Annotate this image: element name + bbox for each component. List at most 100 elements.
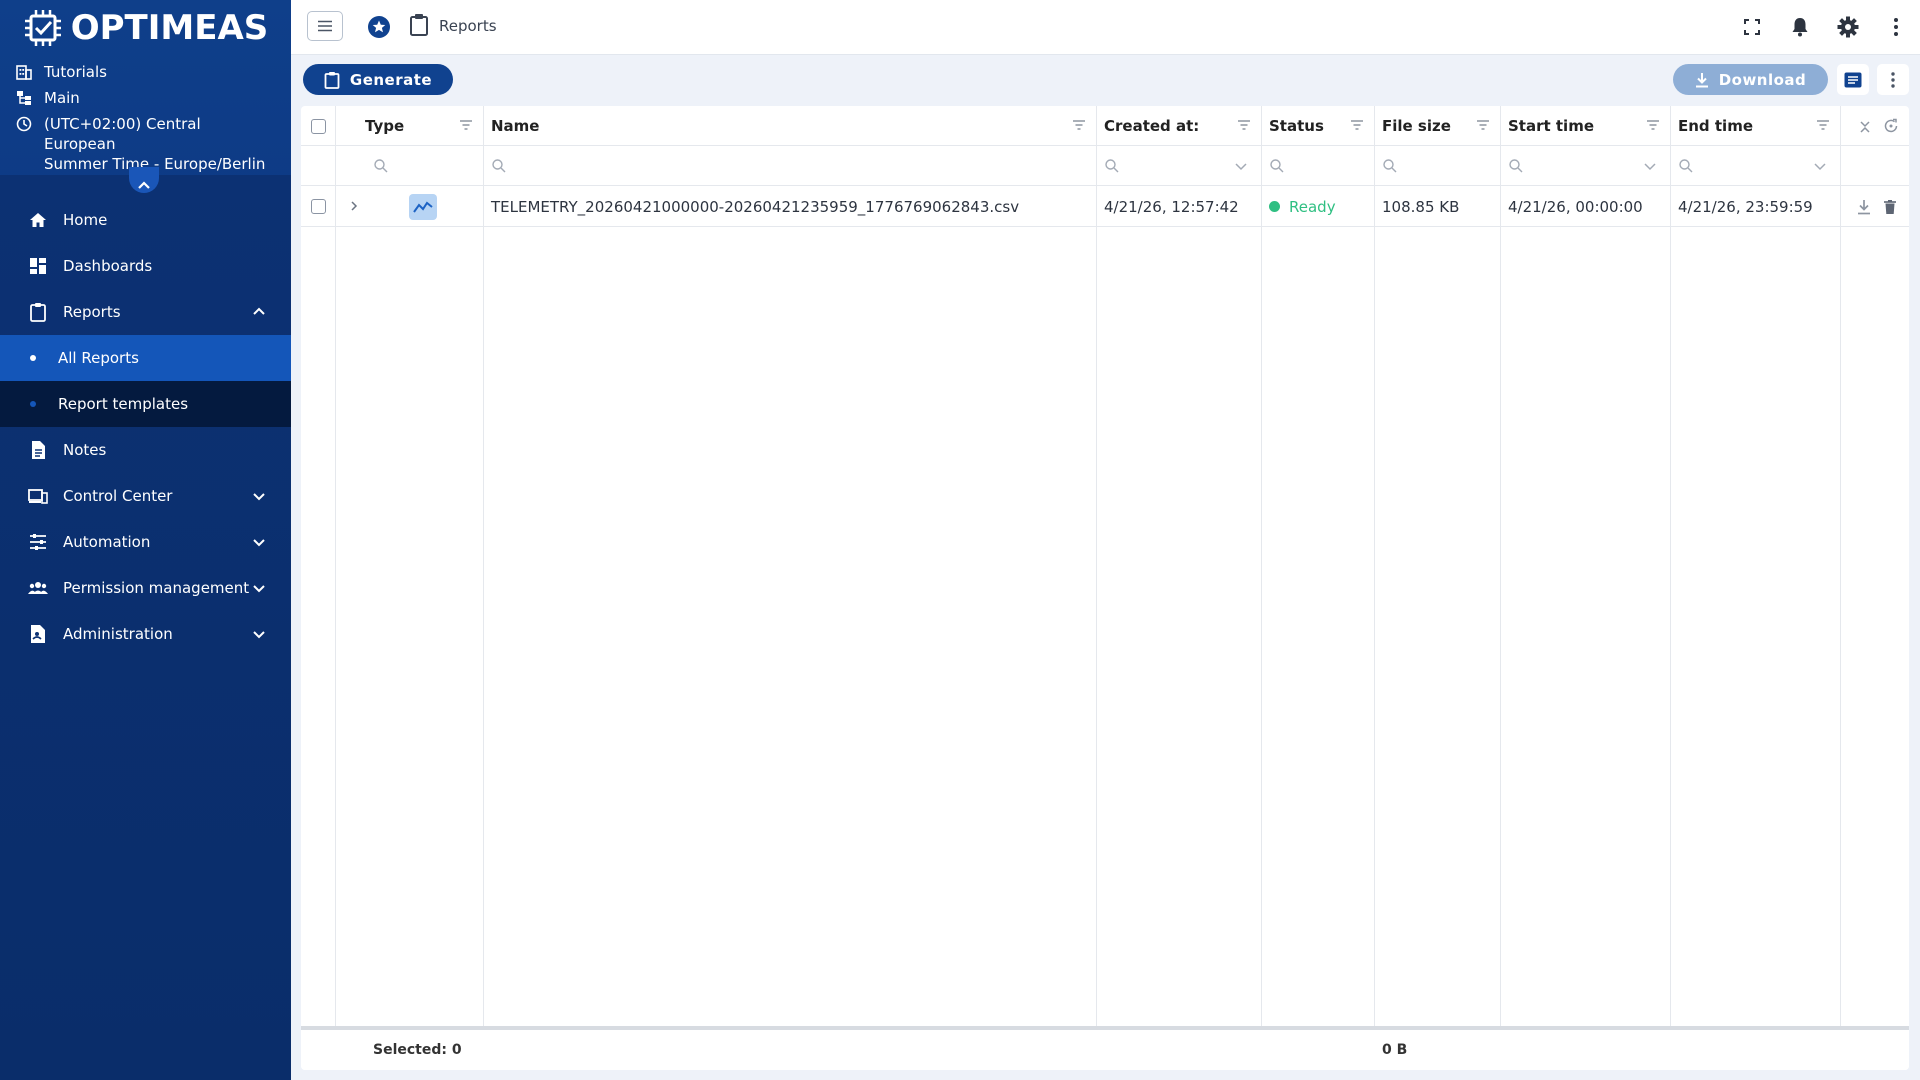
filter-icon[interactable]	[1816, 119, 1830, 131]
filter-icon[interactable]	[1237, 119, 1251, 131]
clipboard-icon	[410, 14, 428, 36]
nav-home[interactable]: Home	[0, 197, 291, 243]
filter-icon[interactable]	[1646, 119, 1660, 131]
nav-control-center[interactable]: Control Center	[0, 473, 291, 519]
select-all-checkbox[interactable]	[311, 119, 326, 134]
chevron-up-icon[interactable]	[251, 304, 267, 320]
column-header-created-at[interactable]: Created at:	[1096, 106, 1261, 146]
nav-automation[interactable]: Automation	[0, 519, 291, 565]
refresh-icon[interactable]	[1883, 118, 1899, 134]
grid-options-button[interactable]	[1877, 64, 1909, 95]
filter-icon[interactable]	[1476, 119, 1490, 131]
status-ready-dot	[1269, 201, 1280, 212]
column-header-start-time[interactable]: Start time	[1500, 106, 1670, 146]
filter-icon[interactable]	[1072, 119, 1086, 131]
devices-icon	[28, 489, 48, 504]
row-name[interactable]: TELEMETRY_20260421000000-20260421235959_…	[483, 186, 1019, 227]
clipboard-icon	[30, 303, 46, 322]
column-file-size-label: File size	[1382, 117, 1451, 135]
chevron-down-icon[interactable]	[1812, 158, 1828, 174]
chip-logo-icon	[24, 9, 61, 46]
nav-dashboards[interactable]: Dashboards	[0, 243, 291, 289]
nav-dashboards-label: Dashboards	[63, 257, 153, 275]
filter-icon[interactable]	[1350, 119, 1364, 131]
row-checkbox[interactable]	[311, 199, 326, 214]
column-status-label: Status	[1269, 117, 1324, 135]
nav-permission-management[interactable]: Permission management	[0, 565, 291, 611]
hierarchy-icon	[17, 91, 31, 105]
nav-reports-label: Reports	[63, 303, 121, 321]
row-delete-icon[interactable]	[1883, 199, 1897, 215]
timezone-info[interactable]: (UTC+02:00) Central European Summer Time…	[16, 114, 275, 174]
chevron-down-icon[interactable]	[251, 580, 267, 596]
search-icon[interactable]	[1269, 158, 1285, 174]
column-created-at-label: Created at:	[1104, 117, 1200, 135]
column-name-label: Name	[491, 117, 540, 135]
bell-icon[interactable]	[1788, 15, 1812, 39]
row-end-time: 4/21/26, 23:59:59	[1678, 197, 1813, 216]
column-header-status[interactable]: Status	[1261, 106, 1374, 146]
column-header-name[interactable]: Name	[483, 106, 1096, 146]
nav-report-templates[interactable]: Report templates	[0, 381, 291, 427]
row-created-at: 4/21/26, 12:57:42	[1104, 197, 1239, 216]
generate-button[interactable]: Generate	[303, 64, 453, 95]
row-file-size: 108.85 KB	[1382, 197, 1460, 216]
chevron-up-icon	[138, 181, 150, 189]
chevron-down-icon[interactable]	[251, 488, 267, 504]
column-header-end-time[interactable]: End time	[1670, 106, 1840, 146]
nav-notes[interactable]: Notes	[0, 427, 291, 473]
search-icon[interactable]	[1104, 158, 1120, 174]
grid-header: Type Name Created at: Status File size S…	[301, 106, 1909, 146]
row-download-icon[interactable]	[1857, 199, 1871, 215]
chevron-down-icon[interactable]	[1642, 158, 1658, 174]
tutorials-link[interactable]: Tutorials	[16, 62, 275, 82]
status-badge: Ready	[1289, 197, 1336, 216]
download-icon	[1695, 72, 1708, 87]
nav-report-templates-label: Report templates	[58, 395, 189, 413]
sub-dot	[30, 401, 36, 407]
search-icon[interactable]	[1678, 158, 1694, 174]
search-icon[interactable]	[491, 158, 507, 174]
active-dot	[30, 355, 36, 361]
clipboard-icon	[324, 71, 340, 89]
main-nav: Home Dashboards Reports All Reports Repo…	[0, 175, 291, 1080]
chevron-down-icon[interactable]	[251, 534, 267, 550]
more-vertical-icon[interactable]	[1884, 15, 1908, 39]
column-end-time-label: End time	[1678, 117, 1753, 135]
fullscreen-icon[interactable]	[1740, 15, 1764, 39]
nav-reports[interactable]: Reports	[0, 289, 291, 335]
nav-all-reports[interactable]: All Reports	[0, 335, 291, 381]
download-button[interactable]: Download	[1673, 64, 1828, 95]
row-status: Ready	[1261, 186, 1336, 227]
column-type-label: Type	[365, 117, 405, 135]
admin-document-icon	[31, 625, 45, 643]
view-toggle-button[interactable]	[1837, 64, 1869, 95]
main-link[interactable]: Main	[16, 88, 275, 108]
users-icon	[28, 582, 48, 594]
generate-label: Generate	[349, 70, 433, 89]
column-header-file-size[interactable]: File size	[1374, 106, 1500, 146]
brand-logo[interactable]: OPTIMEAS	[0, 0, 291, 55]
favorite-star-icon[interactable]	[367, 15, 391, 39]
chevron-down-icon[interactable]	[1233, 158, 1249, 174]
timezone-line1: (UTC+02:00) Central European	[44, 115, 201, 153]
column-header-type[interactable]: Type	[365, 106, 483, 146]
nav-administration[interactable]: Administration	[0, 611, 291, 657]
nav-administration-label: Administration	[63, 625, 173, 643]
sliders-icon	[30, 534, 46, 550]
clock-icon	[16, 116, 32, 132]
expand-row-chevron-icon[interactable]	[348, 200, 360, 212]
search-icon[interactable]	[373, 158, 389, 174]
table-row[interactable]: TELEMETRY_20260421000000-20260421235959_…	[301, 186, 1909, 227]
nav-home-label: Home	[63, 211, 108, 229]
menu-toggle-button[interactable]	[307, 11, 343, 41]
search-icon[interactable]	[1382, 158, 1398, 174]
nav-automation-label: Automation	[63, 533, 151, 551]
chevron-down-icon[interactable]	[251, 626, 267, 642]
search-icon[interactable]	[1508, 158, 1524, 174]
gear-icon[interactable]	[1836, 15, 1860, 39]
selected-total-size: 0 B	[1382, 1042, 1408, 1058]
filter-icon[interactable]	[459, 119, 473, 131]
list-view-icon	[1844, 72, 1862, 87]
collapse-rows-icon[interactable]	[1859, 120, 1871, 134]
